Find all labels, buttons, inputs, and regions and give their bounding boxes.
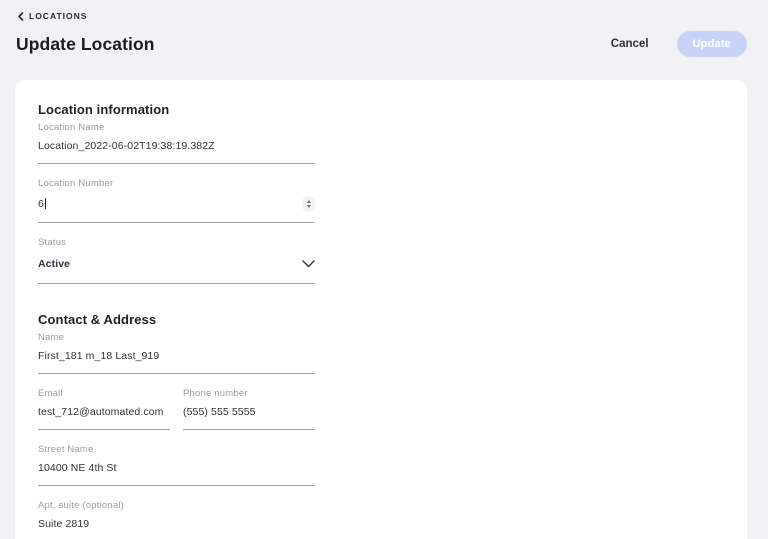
stepper-up-icon[interactable] [306, 200, 311, 203]
field-label: Location Number [38, 178, 114, 189]
update-button[interactable]: Update [676, 31, 747, 57]
apt-suite-input[interactable]: Suite 2819 [38, 518, 315, 531]
field-label: Phone number [183, 388, 248, 399]
field-status[interactable]: Status Active [38, 238, 315, 284]
form-column: Location information Location Name Locat… [38, 102, 315, 539]
field-label: Street Name [38, 444, 94, 455]
email-phone-row: Email test_712@automated.com Phone numbe… [38, 389, 315, 445]
email-input[interactable]: test_712@automated.com [38, 406, 170, 419]
field-label: Status [38, 237, 67, 248]
page-title: Update Location [16, 33, 155, 54]
chevron-left-icon [17, 11, 24, 21]
breadcrumb-locations[interactable]: LOCATIONS [17, 11, 87, 21]
field-phone-number[interactable]: Phone number (555) 555 5555 [183, 389, 315, 430]
phone-number-input[interactable]: (555) 555 5555 [183, 406, 315, 419]
street-name-input[interactable]: 10400 NE 4th St [38, 462, 315, 475]
status-select-value[interactable]: Active [38, 258, 70, 271]
text-caret [44, 197, 46, 209]
field-label: Email [38, 388, 63, 399]
field-label: Location Name [38, 122, 105, 133]
cancel-button[interactable]: Cancel [611, 38, 649, 50]
number-stepper[interactable] [302, 196, 315, 212]
stepper-down-icon[interactable] [306, 205, 311, 208]
section-heading: Location information [38, 102, 170, 117]
breadcrumb-label: LOCATIONS [29, 11, 88, 21]
header-actions: Cancel Update [611, 31, 747, 57]
field-label: Apt, suite (optional) [38, 500, 125, 511]
field-street-name[interactable]: Street Name 10400 NE 4th St [38, 445, 315, 486]
field-apt-suite[interactable]: Apt, suite (optional) Suite 2819 [38, 501, 315, 539]
field-location-name[interactable]: Location Name Location_2022-06-02T19:38:… [38, 123, 315, 164]
contact-name-input[interactable]: First_181 m_18 Last_919 [38, 350, 315, 363]
field-email[interactable]: Email test_712@automated.com [38, 389, 170, 430]
location-name-input[interactable]: Location_2022-06-02T19:38:19.382Z [38, 140, 315, 153]
location-number-input[interactable]: 6 [38, 197, 46, 211]
section-heading: Contact & Address [38, 312, 157, 327]
chevron-down-icon[interactable] [302, 255, 315, 273]
update-location-page: LOCATIONS Update Location Cancel Update … [0, 0, 768, 539]
section-contact-address: Contact & Address Name First_181 m_18 La… [38, 312, 315, 539]
section-location-information: Location information Location Name Locat… [38, 102, 315, 284]
field-location-number[interactable]: Location Number 6 [38, 179, 315, 223]
form-card: Location information Location Name Locat… [15, 80, 747, 539]
field-label: Name [38, 332, 65, 343]
page-header: Update Location Cancel Update [16, 30, 747, 58]
field-contact-name[interactable]: Name First_181 m_18 Last_919 [38, 333, 315, 374]
